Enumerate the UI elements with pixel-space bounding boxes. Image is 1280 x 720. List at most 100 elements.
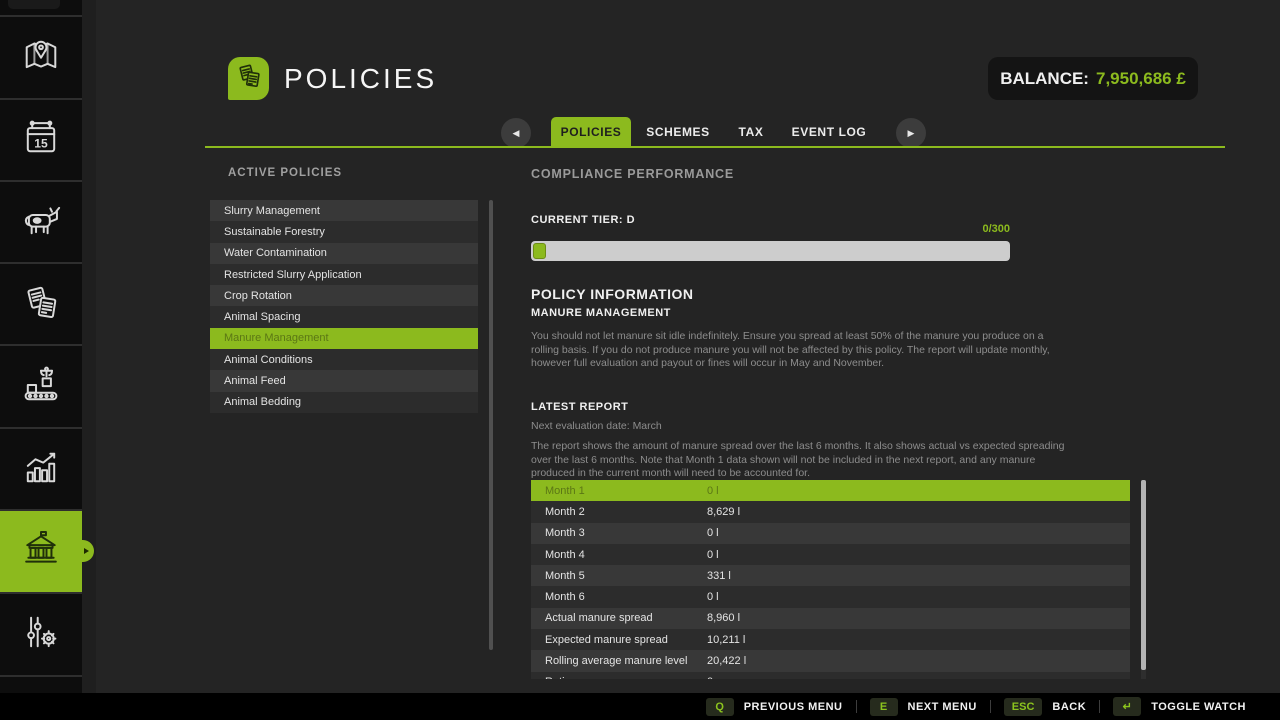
map-icon [19,33,63,82]
report-row-label: Month 3 [545,527,585,539]
compliance-progress-bar [531,241,1010,261]
tab-event-log[interactable]: EVENT LOG [787,117,871,146]
policy-description: You should not let manure sit idle indef… [531,330,1069,371]
report-row[interactable]: Month 6 0 l [531,586,1130,607]
report-row-value: 0 [707,676,713,679]
compliance-progress-fill [533,243,546,259]
keybind-next-menu[interactable]: E NEXT MENU [870,698,977,716]
keybind-separator [990,700,991,713]
report-row[interactable]: Month 2 8,629 l [531,501,1130,522]
balance-badge: BALANCE: 7,950,686 £ [988,57,1198,100]
policy-list-item[interactable]: Animal Spacing [210,306,478,327]
settings-sliders-icon [19,610,63,659]
policy-list-item[interactable]: Restricted Slurry Application [210,264,478,285]
report-row-value: 0 l [707,485,719,497]
tab-next-button[interactable]: ▶ [896,118,926,148]
report-row-value: 0 l [707,591,719,603]
sidebar-edge-band [82,0,96,693]
report-row-label: Month 1 [545,485,585,497]
report-row[interactable]: Rolling average manure level 20,422 l [531,650,1130,671]
key-esc: ESC [1004,698,1043,716]
report-row-label: Expected manure spread [545,634,668,646]
sidebar-item-finances-selected[interactable] [0,511,82,592]
report-row-selected[interactable]: Month 1 0 l [531,480,1130,501]
report-row-label: Month 6 [545,591,585,603]
next-evaluation-date: Next evaluation date: March [531,420,662,434]
chevron-right-icon: ▶ [908,128,915,139]
sidebar-divider [0,344,82,346]
report-row[interactable]: Expected manure spread 10,211 l [531,629,1130,650]
tab-tax[interactable]: TAX [717,117,785,146]
report-row-value: 8,960 l [707,612,740,624]
latest-report-heading: LATEST REPORT [531,401,628,413]
keybind-separator [1099,700,1100,713]
tab-prev-button[interactable]: ◀ [501,118,531,148]
bank-icon [19,527,63,576]
calendar-icon: 15 [19,116,63,165]
report-row-label: Actual manure spread [545,612,653,624]
policy-list-item[interactable]: Animal Bedding [210,392,478,413]
sidebar-item-contracts[interactable] [0,264,82,344]
report-row-label: Month 5 [545,570,585,582]
keybind-separator [856,700,857,713]
table-scrollbar-thumb[interactable] [1141,480,1146,670]
tab-policies[interactable]: POLICIES [551,117,631,146]
sidebar-item-production[interactable] [0,347,82,427]
policy-list-item[interactable]: Sustainable Forestry [210,221,478,242]
policy-list-item[interactable]: Animal Feed [210,370,478,391]
keybind-back[interactable]: ESC BACK [1004,698,1086,716]
policy-list-item-selected[interactable]: Manure Management [210,328,478,349]
report-table: Month 1 0 l Month 2 8,629 l Month 3 0 l … [531,480,1130,679]
policy-name-subheading: MANURE MANAGEMENT [531,307,671,319]
tab-underline [205,146,1225,148]
statistics-icon [19,445,63,494]
policy-list-item[interactable]: Animal Conditions [210,349,478,370]
policies-icon [234,61,264,96]
policy-list-item[interactable]: Slurry Management [210,200,478,221]
report-row-value: 331 l [707,570,731,582]
policy-info-heading: POLICY INFORMATION [531,286,693,302]
chevron-left-icon: ◀ [513,128,520,139]
policy-list-item[interactable]: Water Contamination [210,243,478,264]
compliance-score: 0/300 [531,223,1010,235]
report-row[interactable]: Month 4 0 l [531,544,1130,565]
active-policies-list: Slurry Management Sustainable Forestry W… [210,200,478,413]
report-row-clipped[interactable]: Rating 0 [531,672,1130,679]
report-row[interactable]: Actual manure spread 8,960 l [531,608,1130,629]
key-e: E [870,698,898,716]
policy-list-item[interactable]: Crop Rotation [210,285,478,306]
sidebar-clipped-item [8,0,60,9]
bottom-keybind-bar: Q PREVIOUS MENU E NEXT MENU ESC BACK ↵ T… [0,693,1280,720]
page-icon [228,57,269,100]
sidebar-item-map[interactable] [0,17,82,98]
compliance-heading: COMPLIANCE PERFORMANCE [531,167,734,181]
cow-icon [19,198,63,247]
tab-schemes[interactable]: SCHEMES [637,117,719,146]
report-row-label: Rolling average manure level [545,655,687,667]
report-row-value: 0 l [707,527,719,539]
report-description: The report shows the amount of manure sp… [531,440,1069,481]
keybind-previous-menu[interactable]: Q PREVIOUS MENU [706,698,843,716]
keybind-toggle-watch[interactable]: ↵ TOGGLE WATCH [1113,697,1246,716]
sidebar-item-calendar[interactable]: 15 [0,100,82,180]
production-icon [19,363,63,412]
report-row-value: 10,211 l [707,634,745,646]
sidebar-item-animals[interactable] [0,182,82,262]
report-row[interactable]: Month 5 331 l [531,565,1130,586]
report-row-label: Rating [545,676,577,679]
report-row-value: 0 l [707,549,719,561]
report-row-label: Month 2 [545,506,585,518]
key-q: Q [706,698,734,716]
active-policies-heading: ACTIVE POLICIES [228,167,342,179]
sidebar-item-settings[interactable] [0,594,82,675]
svg-text:15: 15 [34,136,48,150]
sidebar-divider [0,675,82,677]
documents-icon [19,280,63,329]
list-scrollbar[interactable] [489,200,493,650]
report-row-value: 20,422 l [707,655,746,667]
report-row-label: Month 4 [545,549,585,561]
page-title: POLICIES [284,63,437,95]
sidebar-item-statistics[interactable] [0,429,82,509]
report-row[interactable]: Month 3 0 l [531,523,1130,544]
balance-label: BALANCE: [1000,69,1089,89]
